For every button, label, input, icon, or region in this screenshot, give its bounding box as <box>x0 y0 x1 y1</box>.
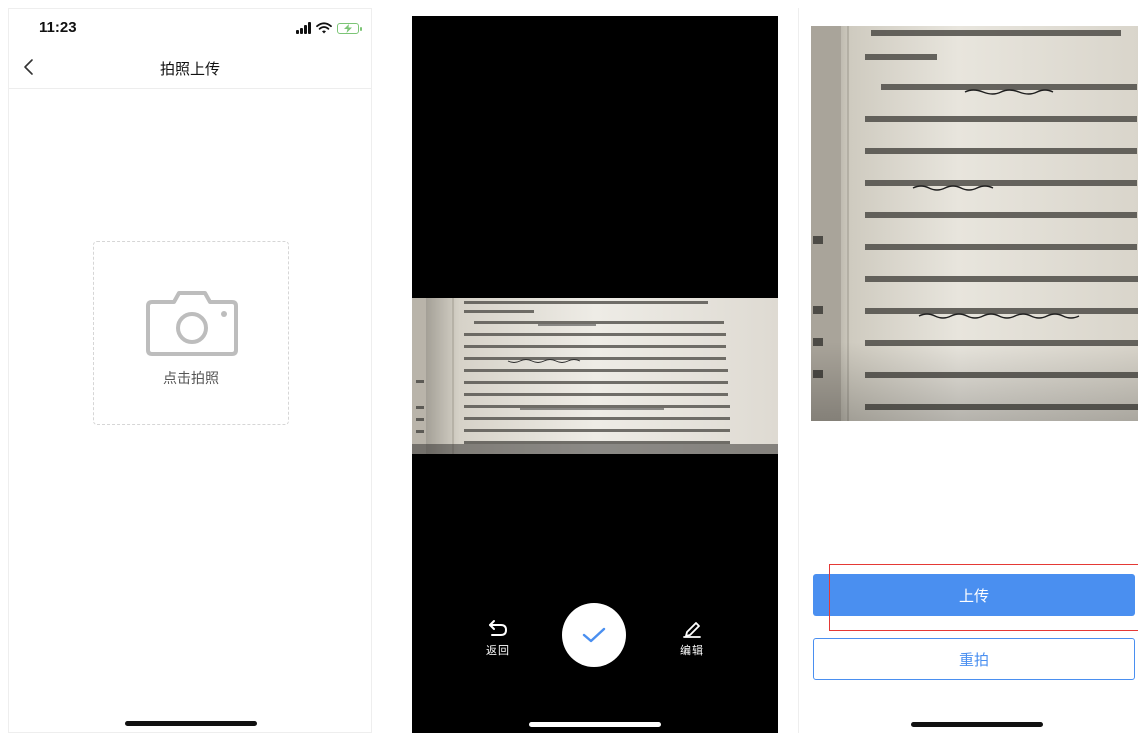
retake-button[interactable]: 重拍 <box>813 638 1135 680</box>
return-label: 返回 <box>486 644 510 657</box>
undo-arrow-icon <box>489 620 508 636</box>
page-title: 拍照上传 <box>159 60 220 78</box>
home-indicator <box>125 721 257 726</box>
captured-book-photo <box>412 298 778 454</box>
status-time: 11:23 <box>39 19 77 36</box>
return-button[interactable]: 返回 <box>478 618 518 658</box>
pencil-icon <box>683 622 701 638</box>
take-photo-area[interactable]: 点击拍照 <box>93 241 289 425</box>
checkmark-icon <box>582 627 606 643</box>
battery-charging-icon <box>337 22 362 34</box>
home-indicator <box>911 722 1043 727</box>
camera-icon <box>146 291 238 356</box>
home-indicator <box>529 722 661 727</box>
upload-confirm-screen: 上传 重拍 <box>798 8 1138 733</box>
take-photo-label: 点击拍照 <box>163 371 219 387</box>
signal-icon <box>296 22 311 34</box>
highlight-box <box>829 564 1138 631</box>
edit-label: 编辑 <box>680 644 704 657</box>
photo-upload-screen: 11:23 拍照上传 点击拍照 <box>8 8 372 733</box>
wifi-icon <box>316 22 332 34</box>
edit-button[interactable]: 编辑 <box>672 618 712 658</box>
photo-preview-screen: 返回 编辑 <box>412 16 778 733</box>
status-bar: 11:23 <box>9 9 371 49</box>
system-icons <box>296 21 362 35</box>
cropped-book-photo <box>811 26 1138 421</box>
nav-bar: 拍照上传 <box>9 45 371 89</box>
confirm-button[interactable] <box>562 603 626 667</box>
